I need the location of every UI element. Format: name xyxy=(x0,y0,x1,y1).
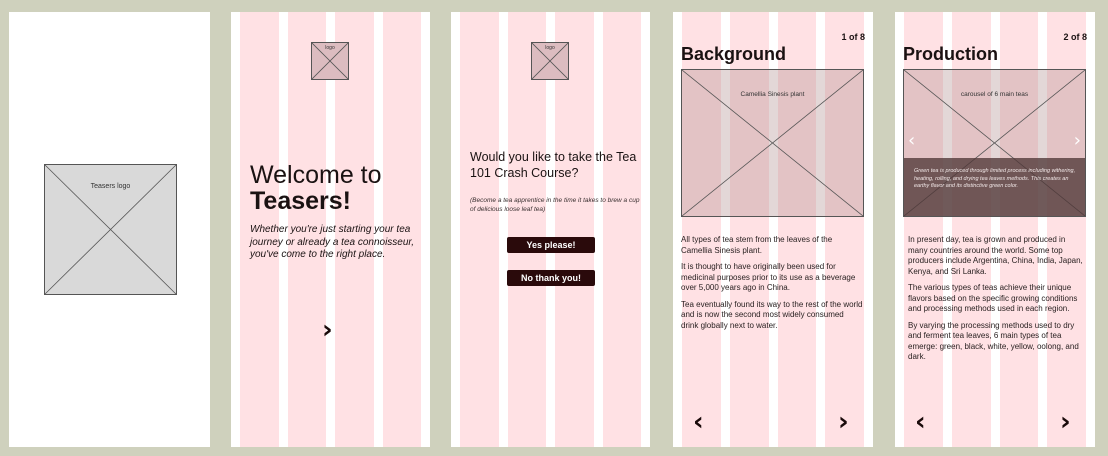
teasers-logo-placeholder: Teasers logo xyxy=(44,164,177,295)
frame-production: 2 of 8 Production carousel of 6 main tea… xyxy=(895,12,1095,447)
next-arrow-icon[interactable]: › xyxy=(322,317,333,343)
logo-label: logo xyxy=(325,45,335,51)
next-arrow-icon[interactable]: › xyxy=(1060,409,1071,435)
crash-course-question: Would you like to take the Tea 101 Crash… xyxy=(470,150,637,180)
logo-label: logo xyxy=(545,45,555,51)
carousel-next-icon[interactable]: › xyxy=(1074,130,1081,151)
prev-arrow-icon[interactable]: ‹ xyxy=(693,409,704,435)
yes-button[interactable]: Yes please! xyxy=(507,237,595,253)
frame-background: 1 of 8 Background Camellia Sinesis plant… xyxy=(673,12,873,447)
paragraph: All types of tea stem from the leaves of… xyxy=(681,235,833,255)
image-placeholder: Camellia Sinesis plant xyxy=(681,69,864,217)
tagline: Whether you're just starting your tea jo… xyxy=(250,224,414,260)
logo-label: Teasers logo xyxy=(90,183,131,190)
paragraph: The various types of teas achieve their … xyxy=(908,283,1078,313)
logo-placeholder: logo xyxy=(531,42,569,80)
paragraph: It is thought to have originally been us… xyxy=(681,262,856,292)
crash-course-subtext: (Become a tea apprentice in the time it … xyxy=(470,197,640,213)
logo-placeholder: logo xyxy=(311,42,349,80)
carousel-label: carousel of 6 main teas xyxy=(960,91,1029,98)
page-title: Production xyxy=(903,44,998,64)
image-label: Camellia Sinesis plant xyxy=(740,91,805,98)
caption-text: Green tea is produced through limited pr… xyxy=(914,168,1076,189)
paragraph: In present day, tea is grown and produce… xyxy=(908,235,1083,276)
next-arrow-icon[interactable]: › xyxy=(838,409,849,435)
welcome-heading: Welcome to xyxy=(250,161,382,189)
paragraph: Tea eventually found its way to the rest… xyxy=(681,299,863,330)
carousel-placeholder: carousel of 6 main teas ‹ › Green tea is… xyxy=(903,69,1086,217)
page-title: Background xyxy=(681,44,787,64)
carousel-caption: Green tea is produced through limited pr… xyxy=(904,158,1085,216)
page-indicator: 2 of 8 xyxy=(1063,32,1087,42)
frame-crash-course: logo Would you like to take the Tea 101 … xyxy=(451,12,650,447)
frame-splash: Teasers logo xyxy=(9,12,210,447)
page-indicator: 1 of 8 xyxy=(841,32,865,42)
body-text: In present day, tea is grown and produce… xyxy=(908,235,1086,369)
carousel-prev-icon[interactable]: ‹ xyxy=(908,130,915,151)
no-button[interactable]: No thank you! xyxy=(507,270,595,286)
paragraph: By varying the processing methods used t… xyxy=(908,320,1079,362)
prev-arrow-icon[interactable]: ‹ xyxy=(915,409,926,435)
body-text: All types of tea stem from the leaves of… xyxy=(681,235,863,337)
frame-welcome: logo Welcome to Teasers! Whether you're … xyxy=(231,12,430,447)
brand-heading: Teasers! xyxy=(250,187,351,215)
